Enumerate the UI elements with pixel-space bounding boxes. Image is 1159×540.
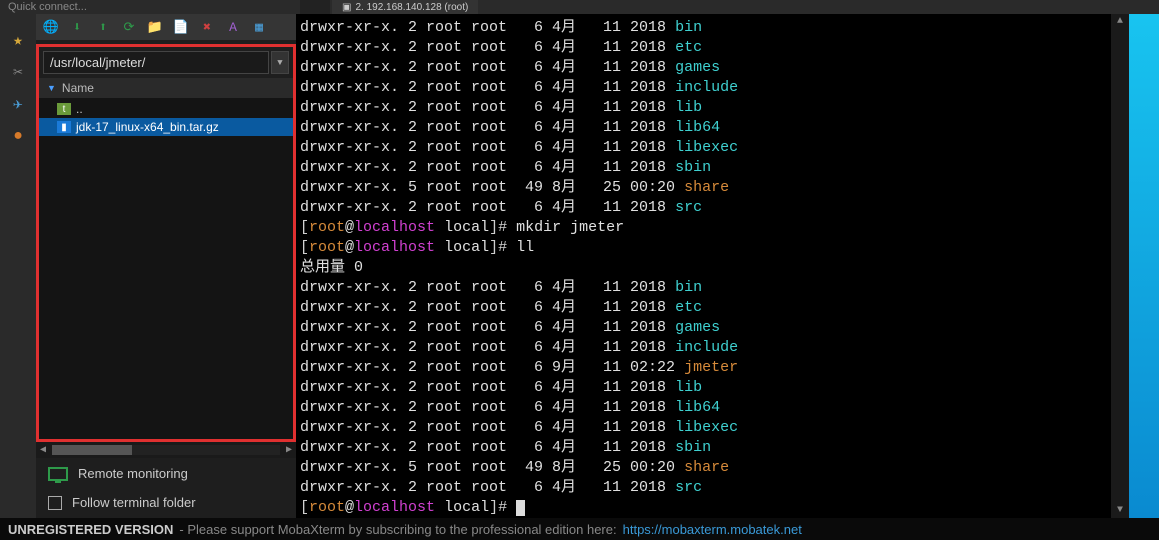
file-name: jdk-17_linux-x64_bin.tar.gz [76,120,219,134]
scroll-track[interactable] [52,445,280,455]
archive-icon: ▮ [57,121,71,133]
support-text: - Please support MobaXterm by subscribin… [179,522,616,537]
copy-icon[interactable]: 📄 [170,17,192,37]
terminal-scrollbar[interactable]: ▲ ▼ [1111,14,1129,518]
side-footer: Remote monitoring Follow terminal folder [36,458,296,518]
sftp-panel: 🌐 ⬇ ⬆ ⟳ 📁 📄 ✖ A ▦ ▼ ▼ Name t .. [36,14,296,518]
remote-monitoring-button[interactable]: Remote monitoring [48,466,284,481]
remote-monitoring-label: Remote monitoring [78,466,188,481]
scroll-down-icon[interactable]: ▼ [1111,505,1129,516]
tab-session[interactable]: ▣ 2. 192.168.140.128 (root) [332,0,478,14]
scroll-thumb[interactable] [52,445,132,455]
upload-icon[interactable]: ⬆ [92,17,114,37]
quick-connect-label: Quick connect... [8,1,87,13]
scroll-right-icon[interactable]: ▶ [286,444,292,456]
follow-terminal-label: Follow terminal folder [72,495,196,510]
refresh-icon[interactable]: ⟳ [118,17,140,37]
h-scrollbar[interactable]: ◀ ▶ [36,442,296,458]
download-icon[interactable]: ⬇ [66,17,88,37]
folder-icon[interactable]: 📁 [144,17,166,37]
follow-terminal-checkbox[interactable]: Follow terminal folder [48,495,284,510]
file-name: .. [76,102,83,116]
monitor-icon [48,467,68,481]
tab-strip: ▣ 2. 192.168.140.128 (root) [300,0,478,14]
parent-dir-icon: t [57,103,71,115]
checkbox-icon [48,496,62,510]
globe-icon[interactable]: 🌐 [40,17,62,37]
record-icon[interactable]: ● [8,126,28,146]
send-icon[interactable]: ✈ [8,94,28,114]
star-icon[interactable]: ★ [8,30,28,50]
terminal-icon: ▣ [342,2,351,13]
left-gutter: ★ ✂ ✈ ● [0,14,36,518]
file-row-parent[interactable]: t .. [39,100,293,118]
status-bar: UNREGISTERED VERSION - Please support Mo… [0,518,1159,540]
tab-home[interactable] [300,0,330,14]
file-row-selected[interactable]: ▮ jdk-17_linux-x64_bin.tar.gz [39,118,293,136]
path-row: ▼ [39,47,293,78]
font-icon[interactable]: A [222,17,244,37]
terminal-output[interactable]: drwxr-xr-x. 2 root root 6 4月 11 2018 bin… [296,14,1111,518]
mobaxterm-link[interactable]: https://mobaxterm.mobatek.net [623,522,802,537]
quick-connect-bar: Quick connect... [0,0,1159,14]
scroll-left-icon[interactable]: ◀ [40,444,46,456]
main-area: ★ ✂ ✈ ● 🌐 ⬇ ⬆ ⟳ 📁 📄 ✖ A ▦ ▼ ▼ Name [0,14,1159,518]
file-list-header[interactable]: ▼ Name [39,78,293,98]
sftp-toolbar: 🌐 ⬇ ⬆ ⟳ 📁 📄 ✖ A ▦ [36,14,296,40]
path-input[interactable] [43,51,269,74]
unregistered-label: UNREGISTERED VERSION [8,522,173,537]
terminal-wrap: drwxr-xr-x. 2 root root 6 4月 11 2018 bin… [296,14,1159,518]
tab-label: 2. 192.168.140.128 (root) [355,2,468,13]
delete-icon[interactable]: ✖ [196,17,218,37]
sort-arrow-icon: ▼ [47,83,56,93]
file-list: t .. ▮ jdk-17_linux-x64_bin.tar.gz [39,98,293,439]
tools-icon[interactable]: ✂ [8,62,28,82]
column-name-label: Name [62,81,94,95]
desktop-edge [1129,14,1159,518]
path-dropdown[interactable]: ▼ [271,51,289,74]
scroll-up-icon[interactable]: ▲ [1111,16,1129,27]
app-icon[interactable]: ▦ [248,17,270,37]
file-browser-highlight: ▼ ▼ Name t .. ▮ jdk-17_linux-x64_bin.tar… [36,44,296,442]
